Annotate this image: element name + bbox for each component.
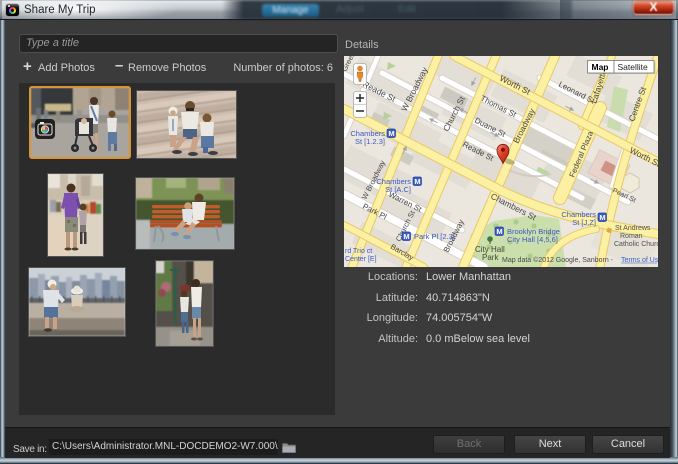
svg-text:City Hall [4,5,6]: City Hall [4,5,6] [507, 235, 558, 244]
svg-text:St [A.C]: St [A.C] [385, 185, 411, 194]
svg-text:Catholic Churc: Catholic Churc [614, 241, 658, 248]
svg-text:Satellite: Satellite [618, 62, 649, 72]
svg-text:St Andrews: St Andrews [615, 225, 651, 232]
svg-text:Park: Park [482, 253, 499, 262]
svg-text:Roman: Roman [620, 233, 643, 240]
svg-text:Park Pl [2.3]: Park Pl [2.3] [414, 232, 455, 241]
svg-text:M: M [414, 177, 420, 186]
svg-text:Map: Map [592, 62, 609, 72]
svg-text:M: M [496, 227, 502, 236]
svg-text:M: M [599, 213, 605, 222]
svg-text:St [J.Z]: St [J.Z] [572, 218, 596, 227]
svg-text:M: M [403, 232, 409, 241]
svg-text:rd Trio ct: rd Trio ct [345, 248, 372, 255]
svg-text:Center [E]: Center [E] [345, 256, 377, 263]
svg-text:St [1.2.3]: St [1.2.3] [355, 137, 385, 146]
svg-text:Map data ©2012 Google, Sanborn: Map data ©2012 Google, Sanborn - [502, 256, 614, 264]
svg-text:M: M [388, 129, 394, 138]
